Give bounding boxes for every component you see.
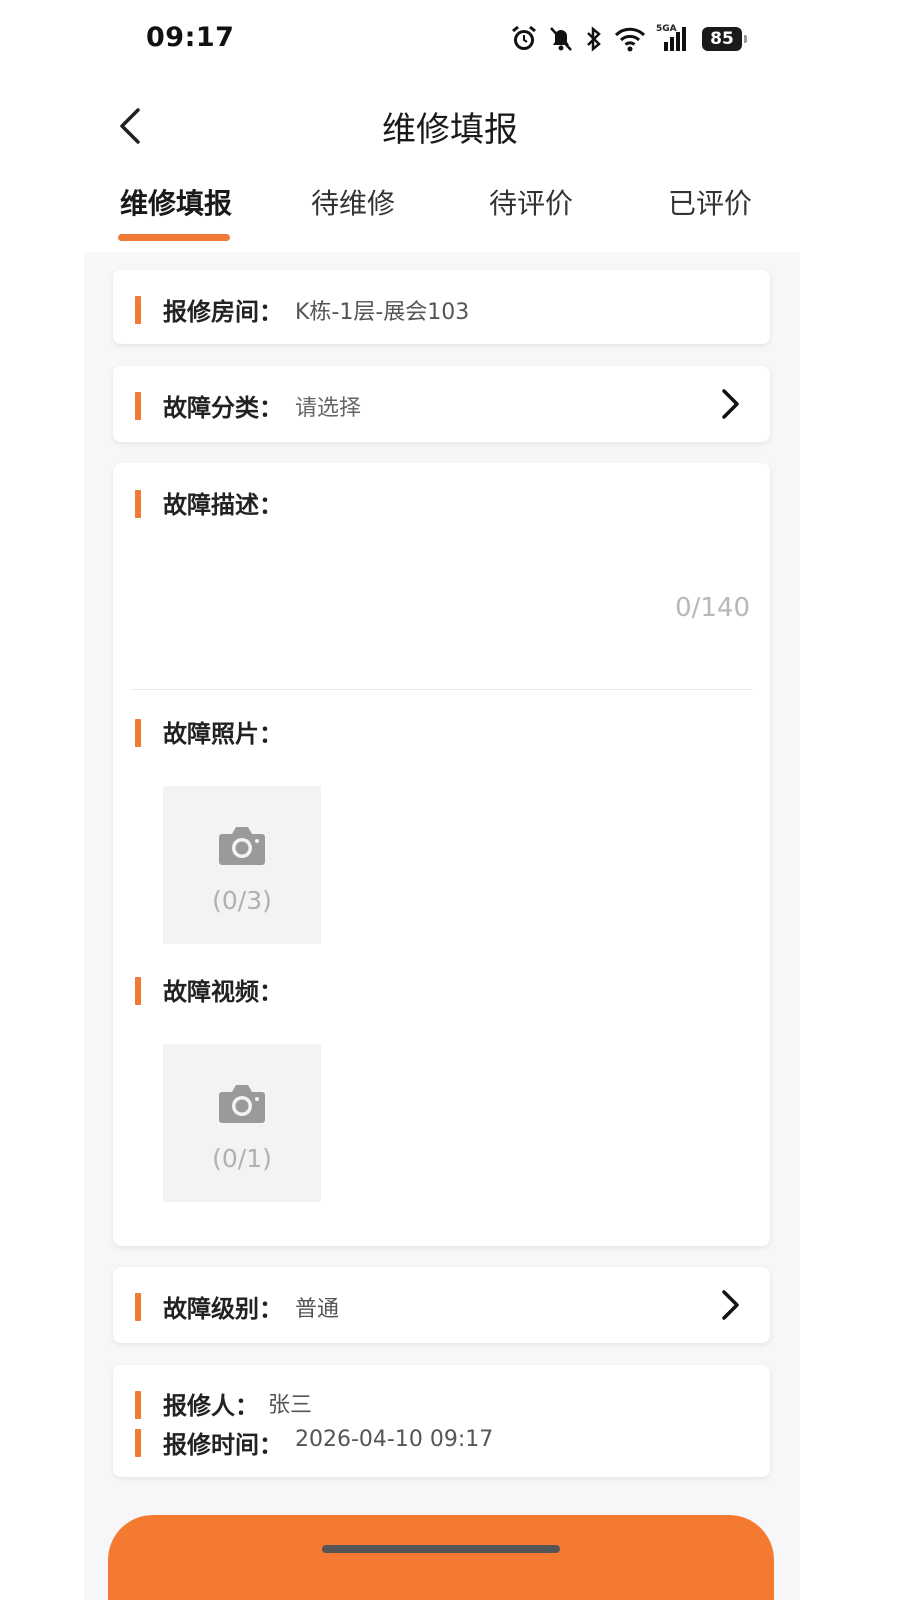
reporter-card: 报修人： 张三 报修时间： 2026-04-10 09:17 — [113, 1365, 770, 1477]
photo-count: (0/3) — [212, 886, 272, 915]
accent-bar — [135, 1429, 141, 1457]
tab-repair-report[interactable]: 维修填报 — [120, 182, 232, 222]
accent-bar — [135, 977, 141, 1005]
bluetooth-icon — [584, 24, 604, 54]
wifi-icon — [614, 24, 646, 54]
level-select[interactable]: 普通 — [295, 1291, 339, 1323]
accent-bar — [135, 392, 141, 420]
room-value: K栋-1层-展会103 — [295, 300, 470, 325]
camera-icon — [219, 1085, 265, 1123]
accent-bar — [135, 490, 141, 518]
tab-reviewed[interactable]: 已评价 — [668, 182, 752, 222]
status-icons: 5GA 85 — [510, 24, 747, 54]
accent-bar — [135, 1391, 141, 1419]
category-card[interactable]: 故障分类： 请选择 — [113, 366, 770, 442]
videos-label: 故障视频： — [163, 978, 283, 1006]
chevron-right-icon[interactable] — [718, 387, 742, 421]
photo-upload-button[interactable]: (0/3) — [163, 786, 321, 944]
battery-icon: 85 — [702, 27, 747, 51]
category-select[interactable]: 请选择 — [295, 390, 361, 422]
accent-bar — [135, 296, 141, 324]
tab-pending-repair[interactable]: 待维修 — [311, 182, 395, 222]
active-tab-indicator — [118, 234, 230, 241]
reporter-label: 报修人： — [163, 1392, 259, 1420]
page-title: 维修填报 — [382, 110, 518, 150]
alarm-icon — [510, 24, 538, 54]
network-label: 5GA — [656, 24, 677, 34]
accent-bar — [135, 719, 141, 747]
accent-bar — [135, 1293, 141, 1321]
divider — [131, 689, 753, 690]
reporter-value: 张三 — [268, 1393, 313, 1418]
level-card[interactable]: 故障级别： 普通 — [113, 1267, 770, 1343]
submit-button[interactable] — [108, 1515, 774, 1600]
level-label: 故障级别： — [163, 1295, 283, 1323]
video-upload-button[interactable]: (0/1) — [163, 1044, 321, 1202]
report-time-label: 报修时间： — [163, 1431, 283, 1459]
description-input[interactable] — [143, 533, 743, 683]
camera-icon — [219, 827, 265, 865]
chevron-right-icon[interactable] — [718, 1288, 742, 1322]
fault-details-card: 故障描述： 0/140 故障照片： (0/3) 故障视频： (0/1) — [113, 463, 770, 1246]
status-time: 09:17 — [146, 22, 235, 53]
description-counter: 0/140 — [675, 593, 750, 623]
report-time-value: 2026-04-10 09:17 — [295, 1427, 494, 1452]
category-label: 故障分类： — [163, 394, 283, 422]
home-indicator — [322, 1545, 560, 1553]
status-bar: 09:17 5GA 85 — [0, 0, 900, 80]
tab-bar: 维修填报 待维修 待评价 已评价 — [100, 182, 800, 252]
room-label: 报修房间： — [163, 298, 283, 326]
signal-5g-icon: 5GA — [656, 24, 688, 54]
photos-label: 故障照片： — [163, 720, 283, 748]
mute-icon — [548, 24, 574, 54]
video-count: (0/1) — [212, 1144, 272, 1173]
description-label: 故障描述： — [163, 491, 283, 519]
header: 维修填报 — [0, 90, 900, 160]
room-card: 报修房间： K栋-1层-展会103 — [113, 270, 770, 344]
tab-pending-review[interactable]: 待评价 — [489, 182, 573, 222]
